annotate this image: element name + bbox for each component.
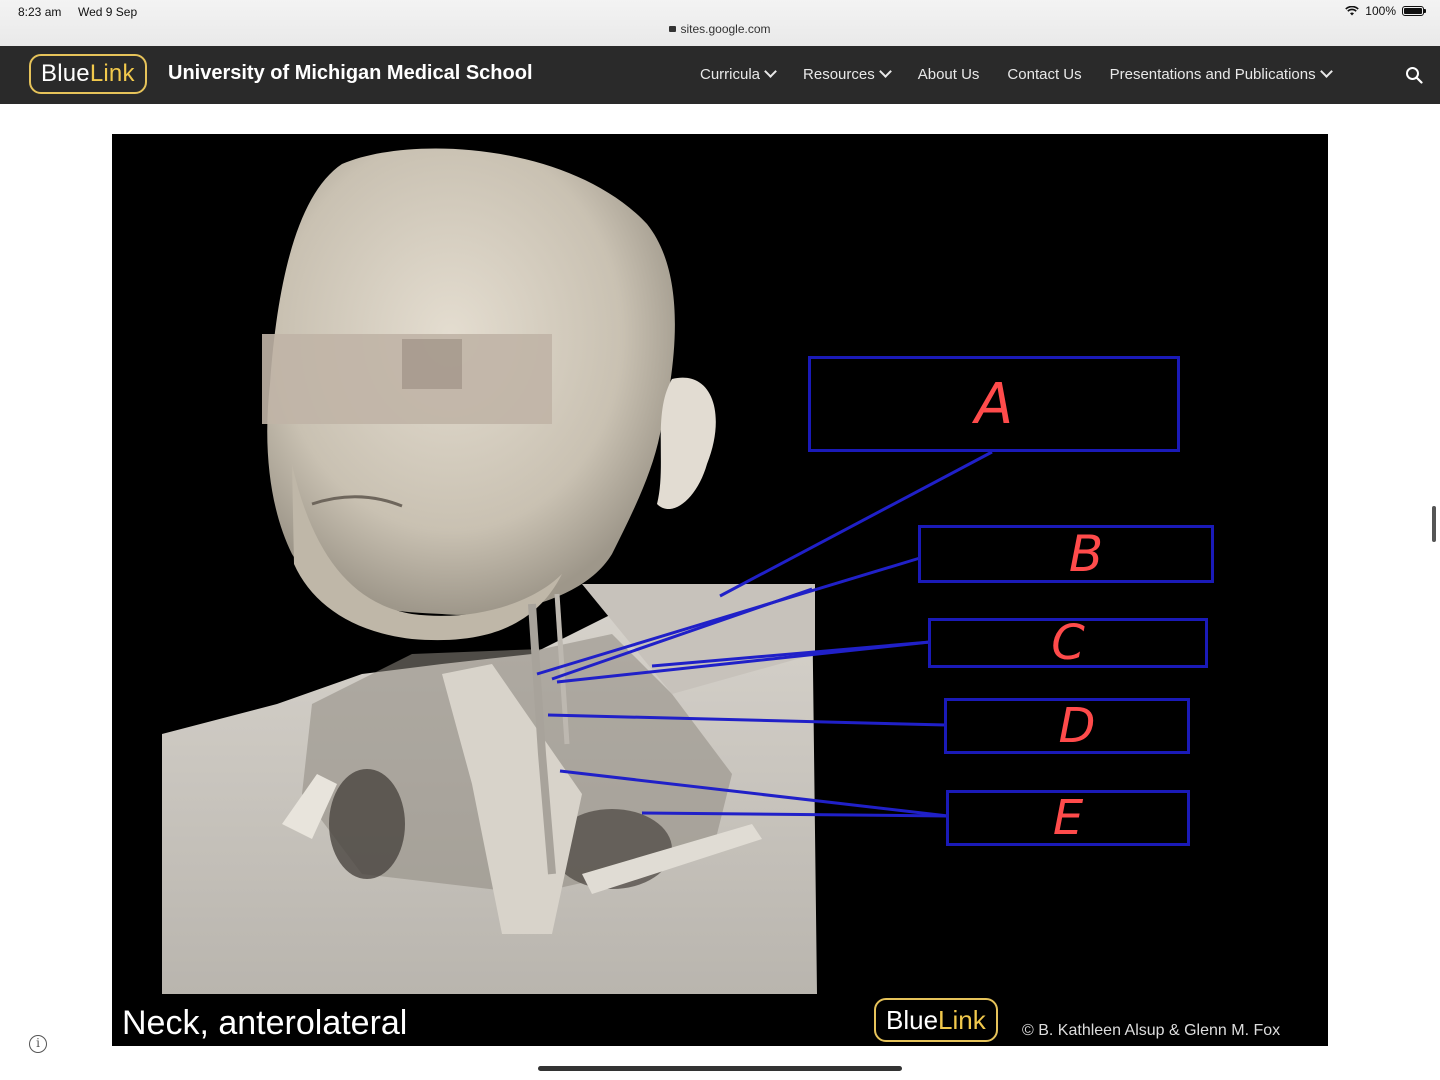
- leader-line-d: [547, 713, 947, 727]
- leader-line-e2: [641, 811, 949, 818]
- nav-presentations-label: Presentations and Publications: [1109, 66, 1316, 83]
- lock-icon: [669, 26, 677, 32]
- chevron-down-icon: [764, 65, 777, 78]
- main-nav: Curricula Resources About Us Contact Us …: [700, 65, 1333, 83]
- logo-link-text: Link: [89, 60, 135, 87]
- battery-percent: 100%: [1365, 4, 1396, 18]
- chevron-down-icon: [1319, 65, 1333, 78]
- status-bar: 8:23 am Wed 9 Sep sites.google.com 100%: [0, 0, 1440, 46]
- label-box-e[interactable]: E: [946, 790, 1190, 846]
- site-header: Blue Link University of Michigan Medical …: [0, 46, 1440, 104]
- nav-resources-label: Resources: [803, 66, 875, 83]
- label-d-text: D: [1058, 698, 1096, 754]
- nav-curricula[interactable]: Curricula: [700, 65, 777, 83]
- home-indicator[interactable]: [538, 1066, 902, 1071]
- battery-icon: [1402, 6, 1426, 16]
- site-title[interactable]: University of Michigan Medical School: [168, 62, 533, 85]
- label-c-text: C: [1051, 615, 1085, 671]
- status-indicators: 100%: [1345, 4, 1426, 18]
- leader-line-e: [559, 769, 949, 818]
- bluelink-logo[interactable]: Blue Link: [29, 54, 147, 94]
- status-date: Wed 9 Sep: [78, 5, 138, 19]
- figure-copyright: © B. Kathleen Alsup & Glenn M. Fox: [1022, 1022, 1281, 1039]
- label-box-c[interactable]: C: [928, 615, 1208, 671]
- nav-about-us-label: About Us: [917, 66, 980, 83]
- label-box-a[interactable]: A: [808, 356, 1180, 452]
- leader-line-b: [536, 556, 921, 676]
- nav-curricula-label: Curricula: [700, 66, 761, 83]
- label-a-text: A: [974, 371, 1014, 437]
- figure-logo-link-text: Link: [938, 1004, 986, 1035]
- wifi-icon: [1345, 6, 1360, 16]
- label-b-text: B: [1068, 525, 1104, 583]
- address-url: sites.google.com: [680, 22, 771, 36]
- nav-contact-us-label: Contact Us: [1007, 66, 1082, 83]
- logo-blue-text: Blue: [41, 60, 90, 87]
- nav-presentations[interactable]: Presentations and Publications: [1109, 65, 1333, 83]
- label-box-b[interactable]: B: [918, 525, 1214, 583]
- status-time: 8:23 am: [18, 5, 62, 19]
- nav-contact-us[interactable]: Contact Us: [1007, 66, 1081, 83]
- nav-resources[interactable]: Resources: [803, 65, 892, 83]
- chevron-down-icon: [878, 65, 892, 78]
- nav-about-us[interactable]: About Us: [918, 66, 980, 83]
- leader-lines: [536, 450, 993, 818]
- figure-logo-blue-text: Blue: [886, 1004, 939, 1035]
- scrollbar[interactable]: [1432, 506, 1436, 542]
- label-box-d[interactable]: D: [944, 698, 1190, 754]
- search-icon[interactable]: [1405, 66, 1423, 84]
- anatomy-figure: A B C D E Neck, anterolateral Blue Link ©…: [112, 134, 1328, 1046]
- figure-caption: Neck, anterolateral: [122, 1004, 408, 1042]
- figure-bluelink-logo: Blue Link: [874, 998, 998, 1042]
- address-bar[interactable]: sites.google.com: [0, 22, 1440, 36]
- leader-line-b2: [551, 587, 813, 681]
- leader-line-c2: [651, 640, 931, 668]
- label-e-text: E: [1052, 790, 1084, 846]
- info-icon[interactable]: i: [29, 1035, 47, 1053]
